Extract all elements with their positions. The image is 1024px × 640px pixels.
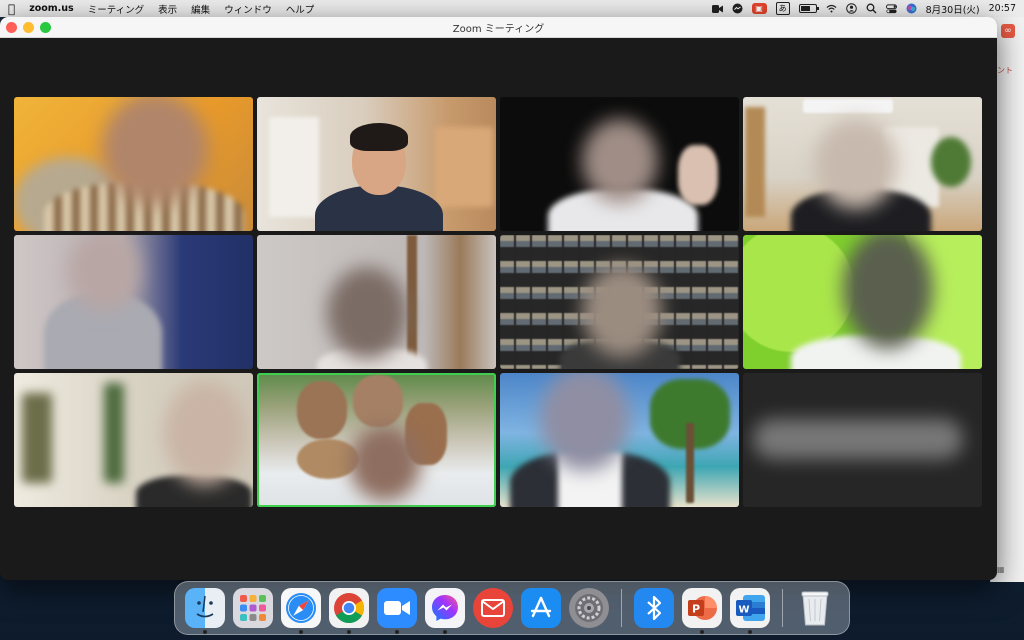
menu-bar-time[interactable]: 20:57 bbox=[989, 3, 1016, 14]
peace-hand bbox=[678, 145, 718, 205]
participant-name-blurred bbox=[753, 419, 963, 459]
menu-window[interactable]: ウィンドウ bbox=[224, 2, 272, 16]
participant-video-tile-2[interactable] bbox=[257, 97, 496, 231]
wifi-icon[interactable] bbox=[826, 4, 837, 14]
window-titlebar[interactable]: Zoom ミーティング bbox=[0, 17, 997, 38]
menu-edit[interactable]: 編集 bbox=[191, 2, 210, 16]
participant-video-tile-11[interactable] bbox=[500, 373, 739, 507]
user-account-icon[interactable] bbox=[845, 3, 857, 14]
word-icon[interactable]: W bbox=[730, 588, 770, 634]
blurred-face bbox=[582, 119, 658, 203]
menu-bar-date[interactable]: 8月30日(火) bbox=[926, 2, 980, 16]
gallery-view bbox=[14, 97, 982, 507]
minimize-window-button[interactable] bbox=[23, 22, 34, 33]
system-preferences-icon[interactable] bbox=[569, 588, 609, 628]
participant-video-tile-1[interactable] bbox=[14, 97, 253, 231]
participant-video-tile-6[interactable] bbox=[257, 235, 496, 369]
participant-video-tile-3[interactable] bbox=[500, 97, 739, 231]
window-title: Zoom ミーティング bbox=[452, 23, 545, 35]
blurred-face bbox=[164, 381, 246, 485]
launchpad-icon[interactable] bbox=[233, 588, 273, 628]
blurred-face bbox=[582, 265, 662, 357]
participant-video-tile-10[interactable] bbox=[257, 373, 496, 507]
fullscreen-window-button[interactable] bbox=[40, 22, 51, 33]
blurred-face bbox=[843, 235, 933, 349]
tray-app-badge-icon[interactable]: ▣ bbox=[751, 3, 767, 14]
blurred-face bbox=[815, 119, 897, 209]
window-controls bbox=[6, 22, 57, 33]
pottery bbox=[353, 375, 403, 427]
dock-separator bbox=[621, 589, 622, 627]
app-store-icon[interactable] bbox=[521, 588, 561, 628]
menu-bar:  zoom.us ミーティング 表示 編集 ウィンドウ ヘルプ ▣ あ bbox=[0, 0, 1024, 17]
background-app-share-icon[interactable]: ∞ bbox=[1001, 24, 1015, 38]
finder-icon[interactable] bbox=[185, 588, 225, 634]
menu-meeting[interactable]: ミーティング bbox=[88, 2, 144, 16]
participant-video-tile-5[interactable] bbox=[14, 235, 253, 369]
participant-video-tile-7[interactable] bbox=[500, 235, 739, 369]
blurred-face bbox=[349, 425, 421, 501]
zoom-tray-icon[interactable] bbox=[711, 4, 723, 14]
dock-separator bbox=[782, 589, 783, 627]
control-center-icon[interactable] bbox=[885, 3, 897, 14]
menu-help[interactable]: ヘルプ bbox=[286, 2, 315, 16]
input-method-indicator[interactable]: あ bbox=[775, 2, 790, 15]
participant-video-tile-8[interactable] bbox=[743, 235, 982, 369]
participant-video-tile-9[interactable] bbox=[14, 373, 253, 507]
spotlight-search-icon[interactable] bbox=[866, 3, 877, 14]
bluetooth-icon[interactable] bbox=[634, 588, 674, 628]
participant-video-tile-4[interactable] bbox=[743, 97, 982, 231]
menu-bar-right: ▣ あ 8月30日(火) 20:57 bbox=[703, 0, 1016, 17]
zoom-meeting-window: Zoom ミーティング bbox=[0, 17, 997, 580]
background-app-grid-icon[interactable]: ▦ bbox=[997, 565, 1005, 574]
background-app-label: ント bbox=[997, 66, 1013, 75]
battery-icon[interactable] bbox=[798, 4, 819, 13]
siri-icon[interactable] bbox=[906, 3, 917, 14]
trash-icon[interactable] bbox=[795, 588, 835, 628]
messenger-icon[interactable] bbox=[425, 588, 465, 634]
menu-app-name[interactable]: zoom.us bbox=[29, 3, 74, 14]
menu-bar-left:  zoom.us ミーティング 表示 編集 ウィンドウ ヘルプ bbox=[8, 0, 328, 17]
messenger-tray-icon[interactable] bbox=[732, 3, 743, 14]
svg-text:P: P bbox=[692, 603, 700, 616]
dock: P W bbox=[174, 581, 850, 635]
safari-icon[interactable] bbox=[281, 588, 321, 634]
mail-icon[interactable] bbox=[473, 588, 513, 628]
powerpoint-icon[interactable]: P bbox=[682, 588, 722, 634]
blurred-face bbox=[327, 267, 407, 359]
menu-view[interactable]: 表示 bbox=[158, 2, 177, 16]
participant-video-tile-12-video-off[interactable] bbox=[743, 373, 982, 507]
pottery bbox=[297, 381, 347, 439]
chrome-icon[interactable] bbox=[329, 588, 369, 634]
apple-menu-icon[interactable]:  bbox=[8, 2, 15, 16]
participant-hair bbox=[350, 123, 408, 151]
svg-text:W: W bbox=[738, 605, 749, 616]
zoom-icon[interactable] bbox=[377, 588, 417, 634]
blurred-face bbox=[102, 97, 208, 205]
close-window-button[interactable] bbox=[6, 22, 17, 33]
